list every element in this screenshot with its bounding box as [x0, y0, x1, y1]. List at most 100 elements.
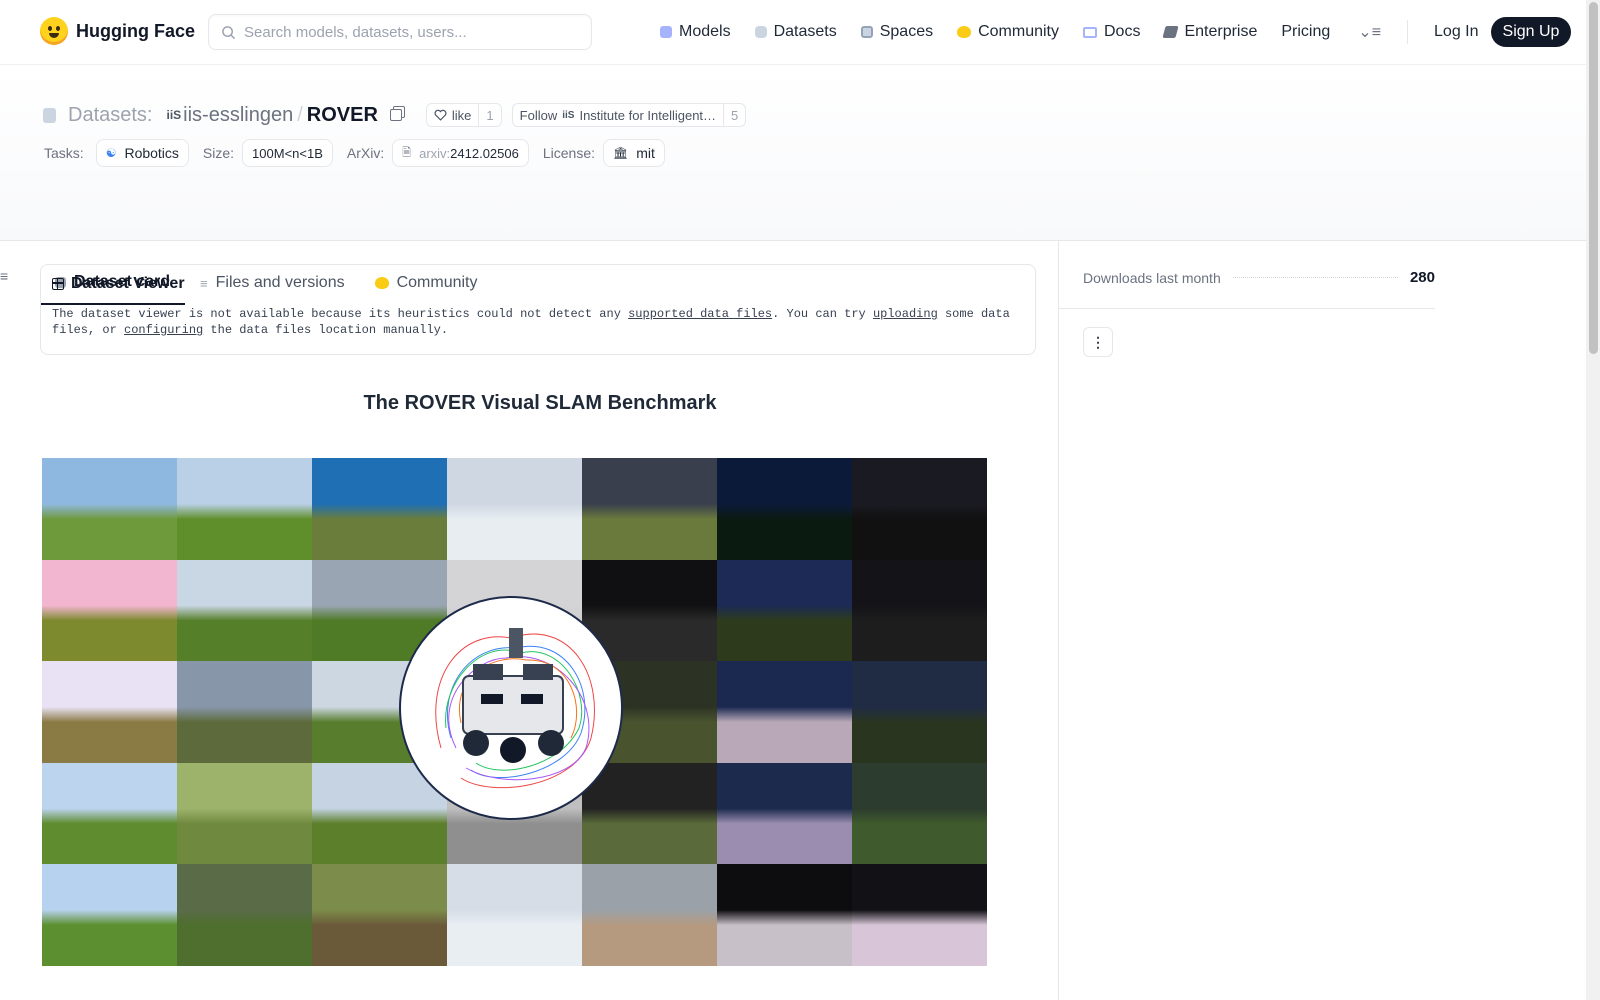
nav-spaces[interactable]: Spaces	[860, 23, 933, 41]
copy-icon[interactable]	[389, 109, 402, 121]
mosaic-photo-tile	[717, 864, 852, 966]
mosaic-photo-tile	[447, 458, 582, 560]
like-count: 1	[478, 104, 500, 126]
login-link[interactable]: Log In	[1434, 23, 1478, 41]
robot-trajectories-drawing	[435, 628, 595, 789]
search-icon	[222, 25, 236, 39]
home-logo[interactable]: Hugging Face	[40, 17, 195, 45]
breadcrumb-separator: /	[297, 103, 303, 126]
follow-part: Follow iiS Institute for Intelligent…	[513, 104, 723, 126]
mosaic-photo-tile	[852, 864, 987, 966]
viewer-text-1: The dataset viewer is not available beca…	[52, 307, 629, 321]
datasets-breadcrumb[interactable]: Datasets:	[68, 104, 152, 127]
database-icon	[43, 107, 56, 123]
viewer-text-2: . You can try	[772, 307, 873, 321]
org-small-icon: iiS	[562, 109, 575, 121]
license-value: mit	[636, 145, 655, 161]
robotics-icon: ☯	[105, 146, 117, 160]
nav-pricing[interactable]: Pricing	[1281, 23, 1330, 41]
nav-docs[interactable]: Docs	[1083, 23, 1140, 41]
mosaic-photo-tile	[582, 762, 717, 865]
mosaic-photo-tile	[582, 458, 717, 560]
scrollbar-thumb[interactable]	[1589, 2, 1598, 354]
more-options-button[interactable]: ⋮	[1083, 327, 1113, 357]
downloads-label: Downloads last month	[1083, 269, 1221, 286]
nav-enterprise[interactable]: Enterprise	[1162, 23, 1257, 41]
mosaic-photo-tile	[177, 458, 312, 560]
search-input[interactable]	[244, 23, 564, 41]
rover-benchmark-image	[42, 458, 987, 966]
nav-models[interactable]: Models	[660, 23, 731, 41]
org-link[interactable]: iis-esslingen	[183, 104, 293, 127]
mosaic-photo-tile	[42, 762, 177, 865]
mosaic-photo-tile	[42, 559, 177, 662]
heart-icon	[434, 109, 447, 121]
task-tag-robotics[interactable]: ☯ Robotics	[95, 139, 189, 167]
hugging-face-logo-icon	[40, 17, 68, 45]
dataset-viewer-title: Dataset Viewer	[52, 275, 1024, 293]
viewer-text-4: the data files location manually.	[203, 323, 449, 337]
dataset-card-title: The ROVER Visual SLAM Benchmark	[363, 392, 717, 414]
mosaic-photo-tile	[717, 559, 852, 662]
search-box[interactable]	[208, 14, 592, 50]
dataset-viewer-message: The dataset viewer is not available beca…	[52, 306, 1024, 338]
brand-name: Hugging Face	[76, 20, 196, 41]
size-label: Size:	[202, 145, 235, 161]
follow-button[interactable]: Follow iiS Institute for Intelligent… 5	[511, 103, 747, 127]
mosaic-photo-tile	[852, 661, 987, 763]
kebab-icon: ⋮	[1091, 333, 1105, 350]
viewer-title-text: Dataset Viewer	[71, 275, 185, 292]
repo-title: Datasets: iiS iis-esslingen / ROVER like…	[43, 103, 747, 127]
nav-datasets-label: Datasets	[773, 23, 837, 40]
license-label: License:	[542, 145, 595, 161]
mosaic-photo-tile	[447, 864, 582, 966]
follow-count: 5	[723, 104, 745, 126]
like-label: like	[451, 107, 472, 123]
task-label: Robotics	[124, 145, 179, 161]
mosaic-photo-tile	[717, 458, 852, 560]
mosaic-photo-tile	[852, 458, 987, 560]
nav-divider	[1407, 20, 1409, 44]
supported-data-files-link[interactable]: supported data files	[628, 307, 772, 321]
bank-icon: 🏛	[613, 146, 629, 160]
mosaic-photo-tile	[177, 559, 312, 662]
more-menu-icon[interactable]: ⌄≡	[1358, 22, 1381, 42]
grid-icon	[860, 26, 873, 38]
arxiv-tag[interactable]: 🗎 arxiv:2412.02506	[392, 139, 529, 167]
mosaic-photo-tile	[717, 661, 852, 763]
arxiv-prefix: arxiv:	[419, 145, 451, 161]
metadata-row: Tasks: ☯ Robotics Size: 100M<n<1B ArXiv: …	[44, 139, 665, 167]
follow-org: Institute for Intelligent…	[579, 107, 717, 123]
table-icon	[52, 278, 64, 290]
mosaic-photo-tile	[42, 864, 177, 966]
dataset-viewer-box: Dataset Viewer The dataset viewer is not…	[40, 264, 1036, 355]
arxiv-id: 2412.02506	[450, 145, 519, 161]
size-tag[interactable]: 100M<n<1B	[242, 139, 333, 167]
community-icon	[957, 26, 972, 38]
repo-header: Datasets: iiS iis-esslingen / ROVER like…	[0, 65, 1586, 305]
enterprise-icon	[1162, 26, 1180, 38]
license-tag[interactable]: 🏛 mit	[603, 139, 665, 167]
repo-name[interactable]: ROVER	[307, 104, 378, 127]
signup-button[interactable]: Sign Up	[1490, 17, 1572, 47]
nav-datasets[interactable]: Datasets	[754, 23, 837, 41]
mosaic-photo-tile	[177, 762, 312, 865]
downloads-value: 280	[1409, 269, 1435, 286]
downloads-stat: Downloads last month 280	[1083, 269, 1435, 286]
mosaic-photo-tile	[177, 864, 312, 966]
sidebar-toggle-icon[interactable]: ≡	[0, 268, 8, 284]
uploading-link[interactable]: uploading	[873, 307, 938, 321]
dotted-leader	[1232, 277, 1398, 278]
mosaic-photo-tile	[312, 864, 447, 966]
cube-icon	[660, 26, 672, 38]
nav-community[interactable]: Community	[957, 23, 1059, 41]
main-nav: Models Datasets Spaces Community Docs En…	[660, 16, 1572, 48]
nav-docs-label: Docs	[1104, 23, 1141, 40]
configuring-link[interactable]: configuring	[124, 323, 203, 337]
mosaic-photo-tile	[852, 559, 987, 662]
page-scrollbar[interactable]	[1586, 0, 1600, 1000]
book-icon	[1083, 26, 1097, 38]
like-button[interactable]: like 1	[425, 103, 502, 127]
nav-models-label: Models	[679, 23, 731, 40]
document-icon: 🗎	[402, 146, 412, 159]
